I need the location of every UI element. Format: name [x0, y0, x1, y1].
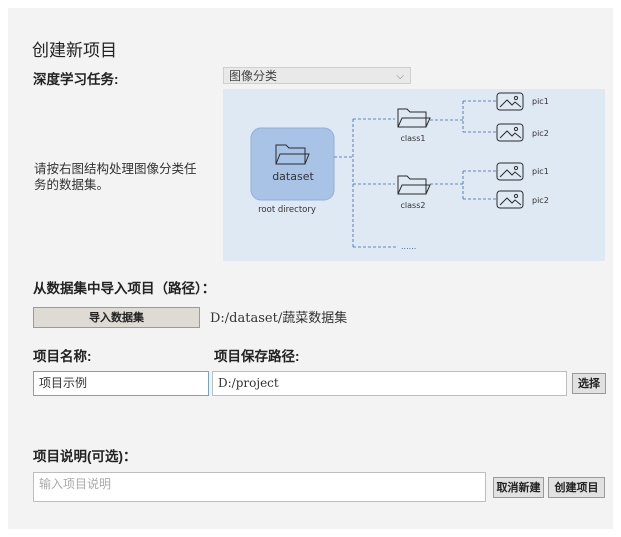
- import-label: 从数据集中导入项目（路径）：: [33, 281, 216, 296]
- hint-line-2: 务的数据集。: [34, 177, 110, 192]
- class2-label: class2: [401, 201, 426, 210]
- pic2-b-image-icon: [496, 190, 524, 209]
- save-path-input[interactable]: D:/project: [212, 371, 567, 396]
- project-name-label: 项目名称:: [33, 349, 92, 364]
- root-connectors: [334, 100, 497, 249]
- page-title: 创建新项目: [32, 41, 117, 61]
- task-select[interactable]: 图像分类 ⌵: [223, 67, 411, 84]
- pic1-a-label: pic1: [532, 97, 549, 106]
- class2-folder-icon: [397, 175, 431, 195]
- import-dataset-button[interactable]: 导入数据集: [33, 307, 200, 328]
- structure-diagram-svg: dataset root directory class1 class2 ...…: [250, 92, 549, 251]
- chevron-down-icon: ⌵: [396, 71, 404, 82]
- root-label: dataset: [272, 170, 314, 183]
- import-path-text: D:/dataset/蔬菜数据集: [210, 311, 348, 326]
- task-label: 深度学习任务:: [33, 72, 119, 87]
- pic2-b-label: pic2: [532, 196, 549, 205]
- class1-folder-icon: [397, 108, 431, 128]
- save-path-label: 项目保存路径:: [214, 349, 300, 364]
- image-icons: [496, 92, 524, 209]
- pic2-a-image-icon: [496, 123, 524, 142]
- dataset-structure-diagram: dataset root directory class1 class2 ...…: [223, 89, 605, 261]
- class1-label: class1: [401, 134, 426, 143]
- root-caption: root directory: [258, 205, 316, 215]
- cancel-button[interactable]: 取消新建: [493, 477, 544, 498]
- hint-line-1: 请按右图结构处理图像分类任: [34, 161, 197, 176]
- pic1-b-image-icon: [496, 162, 524, 181]
- description-label: 项目说明(可选)：: [33, 449, 137, 464]
- pic2-a-label: pic2: [532, 129, 549, 138]
- hint-text: 请按右图结构处理图像分类任 务的数据集。: [34, 161, 224, 193]
- create-project-button[interactable]: 创建项目: [548, 477, 605, 498]
- task-select-value: 图像分类: [229, 69, 278, 83]
- pic1-a-image-icon: [496, 92, 524, 111]
- more-label: ......: [401, 242, 416, 251]
- project-name-input[interactable]: 项目示例: [33, 371, 209, 396]
- description-input[interactable]: 输入项目说明: [33, 472, 486, 502]
- pic1-b-label: pic1: [532, 167, 549, 176]
- choose-path-button[interactable]: 选择: [572, 373, 606, 394]
